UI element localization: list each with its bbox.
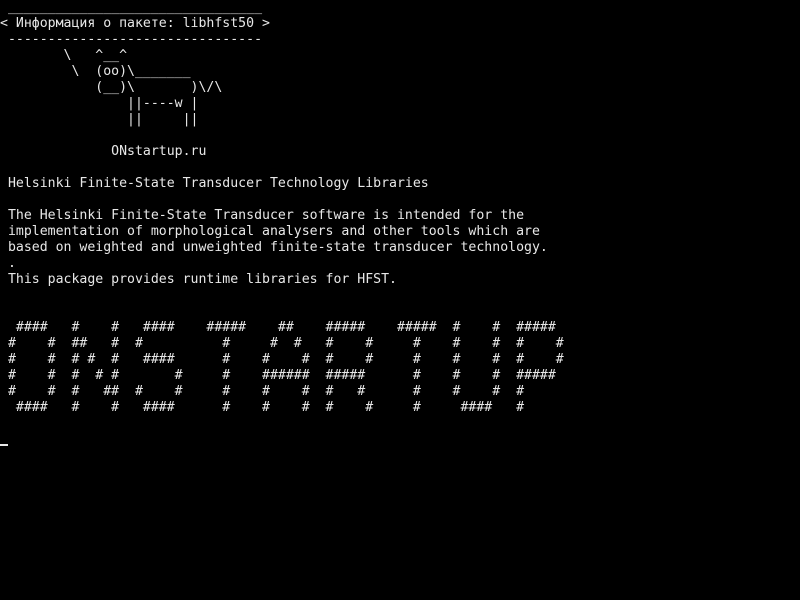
cow-art-line: || ||	[0, 112, 199, 127]
package-description-line: .	[0, 256, 16, 271]
terminal-console: ________________________________ < Инфор…	[0, 0, 800, 600]
cowsay-border-bottom: --------------------------------	[0, 32, 263, 47]
banner-line: # # # # # #### # # # # # # # # # #	[0, 352, 564, 367]
cowsay-border-top: ________________________________	[0, 0, 263, 15]
text-cursor[interactable]	[0, 444, 8, 446]
package-description-line: The Helsinki Finite-State Transducer sof…	[0, 208, 525, 223]
package-title: Helsinki Finite-State Transducer Technol…	[0, 176, 429, 191]
cow-art-line: (__)\ )\/\	[0, 80, 223, 95]
cow-art-line: ||----w |	[0, 96, 199, 111]
cow-art-line: \ (oo)\_______	[0, 64, 191, 79]
banner-line: #### # # #### # # # # # # #### #	[0, 400, 525, 415]
banner-line: # # # # # # # ###### ##### # # # #####	[0, 368, 556, 383]
cow-art-line: \ ^__^	[0, 48, 128, 63]
banner-line: #### # # #### ##### ## ##### ##### # # #…	[0, 320, 556, 335]
package-description-line: implementation of morphological analyser…	[0, 224, 540, 239]
banner-line: # # ## # # # # # # # # # # # #	[0, 336, 564, 351]
package-description-line: This package provides runtime libraries …	[0, 272, 397, 287]
cowsay-message: < Информация о пакете: libhfst50 >	[0, 16, 270, 31]
banner-line: # # # ## # # # # # # # # # # #	[0, 384, 525, 399]
site-name: ONstartup.ru	[0, 144, 207, 159]
package-description-line: based on weighted and unweighted finite-…	[0, 240, 548, 255]
